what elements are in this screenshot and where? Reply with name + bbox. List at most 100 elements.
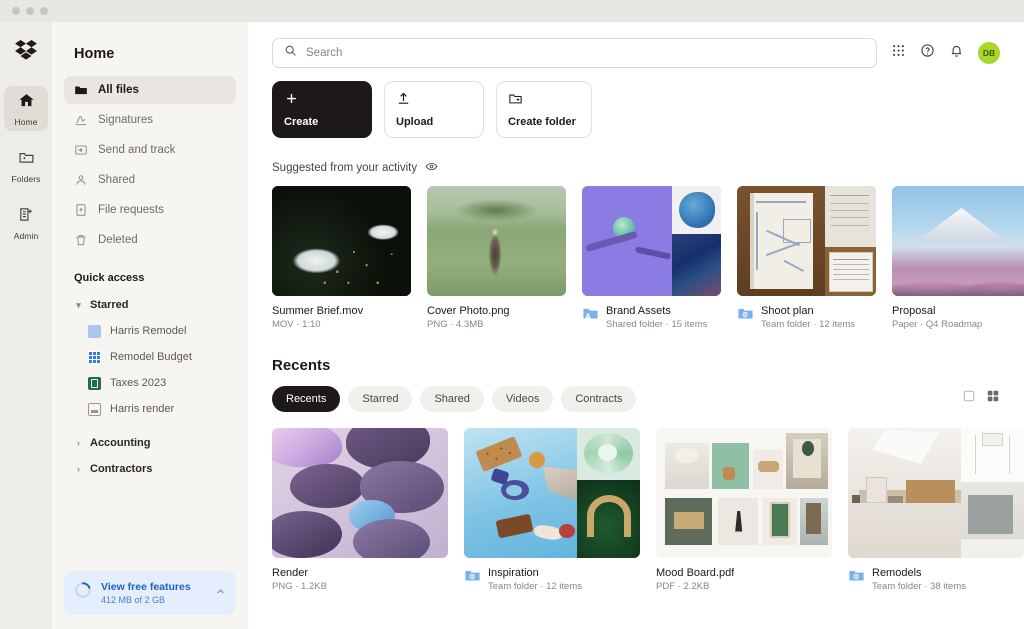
- recents-card-remodels[interactable]: Remodels Team folder · 38 items: [848, 428, 1024, 595]
- suggested-heading-row: Suggested from your activity: [272, 138, 1000, 186]
- create-button-label: Create: [284, 116, 360, 128]
- admin-icon: [18, 206, 35, 228]
- thumbnail-swans-photo[interactable]: [272, 186, 411, 296]
- thumbnail-blue-objects-collage[interactable]: [464, 428, 640, 558]
- sidebar-item-harris-render[interactable]: Harris render: [64, 396, 236, 422]
- sidebar-label-harris-render: Harris render: [110, 403, 174, 415]
- create-folder-button[interactable]: Create folder: [496, 81, 592, 138]
- suggested-card-proposal[interactable]: Proposal Paper · Q4 Roadmap: [892, 186, 1024, 333]
- free-features-title: View free features: [101, 580, 206, 594]
- sidebar-item-all-files[interactable]: All files: [64, 76, 236, 104]
- suggested-heading: Suggested from your activity: [272, 162, 417, 174]
- rail-item-admin[interactable]: Admin: [4, 200, 48, 245]
- sidebar-item-remodel-budget[interactable]: Remodel Budget: [64, 344, 236, 370]
- sidebar-item-send-and-track[interactable]: Send and track: [64, 136, 236, 164]
- rail-label-folders: Folders: [11, 174, 40, 184]
- chevron-right-icon: ›: [74, 438, 83, 448]
- sidebar-label-harris-remodel: Harris Remodel: [110, 325, 186, 337]
- thumbnail-purple-pebbles[interactable]: [272, 428, 448, 558]
- storage-usage-text: 412 MB of 2 GB: [101, 594, 206, 606]
- thumbnail-notebook-docs-collage[interactable]: [737, 186, 876, 296]
- apps-grid-icon[interactable]: [891, 43, 906, 63]
- file-name: Summer Brief.mov: [272, 304, 363, 318]
- suggested-card-brand-assets[interactable]: Brand Assets Shared folder · 15 items: [582, 186, 721, 333]
- trash-icon: [74, 233, 88, 247]
- sidebar: Home All files Signatures Send and track: [52, 22, 248, 629]
- avatar[interactable]: DB: [978, 42, 1000, 64]
- filter-pill-recents[interactable]: Recents: [272, 386, 340, 412]
- spreadsheet-icon: [88, 351, 101, 364]
- file-meta: Team folder · 12 items: [488, 580, 582, 594]
- file-meta: Team folder · 38 items: [872, 580, 966, 594]
- recents-card-render[interactable]: Render PNG · 1.2KB: [272, 428, 448, 595]
- recents-heading-row: Recents: [272, 333, 1000, 386]
- team-folder-icon: [737, 305, 754, 322]
- thumbnail-white-interior-collage[interactable]: [848, 428, 1024, 558]
- top-bar: Search DB: [272, 22, 1000, 68]
- dropbox-logo-icon[interactable]: [15, 40, 37, 66]
- filter-pill-shared[interactable]: Shared: [420, 386, 483, 412]
- window-close-button[interactable]: [12, 7, 20, 15]
- file-request-icon: [74, 203, 88, 217]
- recents-card-inspiration[interactable]: Inspiration Team folder · 12 items: [464, 428, 640, 595]
- plus-icon: [284, 91, 360, 111]
- rail-item-folders[interactable]: Folders: [4, 143, 48, 188]
- rail-label-home: Home: [14, 117, 37, 127]
- file-name: Inspiration: [488, 566, 582, 580]
- sidebar-group-label-contractors: Contractors: [90, 463, 152, 475]
- sidebar-label-send-and-track: Send and track: [98, 144, 175, 156]
- create-button[interactable]: Create: [272, 81, 372, 138]
- list-view-icon[interactable]: [962, 389, 976, 408]
- file-meta: Shared folder · 15 items: [606, 318, 707, 332]
- free-features-card[interactable]: View free features 412 MB of 2 GB: [64, 571, 236, 615]
- thumbnail-interior-moodboard[interactable]: [656, 428, 832, 558]
- app-window: Home Folders Admin Home: [0, 0, 1024, 629]
- bell-icon[interactable]: [949, 43, 964, 63]
- sidebar-item-file-requests[interactable]: File requests: [64, 196, 236, 224]
- search-bar[interactable]: Search: [272, 38, 877, 68]
- grid-view-icon[interactable]: [986, 389, 1000, 408]
- rail-label-admin: Admin: [14, 231, 39, 241]
- sidebar-label-taxes-2023: Taxes 2023: [110, 377, 166, 389]
- create-folder-button-label: Create folder: [508, 116, 580, 128]
- rail-item-home[interactable]: Home: [4, 86, 48, 131]
- sidebar-group-label-starred: Starred: [90, 299, 129, 311]
- file-name: Proposal: [892, 304, 982, 318]
- thumbnail-meadow-portrait-photo[interactable]: [427, 186, 566, 296]
- upload-button[interactable]: Upload: [384, 81, 484, 138]
- file-name: Cover Photo.png: [427, 304, 510, 318]
- sidebar-item-deleted[interactable]: Deleted: [64, 226, 236, 254]
- search-icon: [284, 44, 297, 62]
- chevron-right-icon: ›: [74, 464, 83, 474]
- filter-pill-starred[interactable]: Starred: [348, 386, 412, 412]
- sidebar-group-accounting[interactable]: › Accounting: [64, 430, 236, 456]
- sidebar-group-starred[interactable]: ▾ Starred: [64, 292, 236, 318]
- image-file-icon: [88, 403, 101, 416]
- sidebar-item-signatures[interactable]: Signatures: [64, 106, 236, 134]
- chevron-up-icon[interactable]: [215, 584, 226, 602]
- folder-icon: [18, 149, 35, 171]
- recents-card-mood-board[interactable]: Mood Board.pdf PDF · 2.2KB: [656, 428, 832, 595]
- sidebar-item-taxes-2023[interactable]: Taxes 2023: [64, 370, 236, 396]
- suggested-grid: Summer Brief.mov MOV · 1:10 Cov: [272, 186, 1000, 333]
- recents-title: Recents: [272, 357, 330, 374]
- file-meta: PDF · 2.2KB: [656, 580, 734, 594]
- filter-pill-videos[interactable]: Videos: [492, 386, 553, 412]
- window-maximize-button[interactable]: [40, 7, 48, 15]
- sidebar-group-contractors[interactable]: › Contractors: [64, 456, 236, 482]
- storage-progress-ring: [74, 581, 92, 604]
- eye-icon[interactable]: [425, 160, 438, 176]
- sidebar-item-shared[interactable]: Shared: [64, 166, 236, 194]
- sidebar-label-remodel-budget: Remodel Budget: [110, 351, 192, 363]
- sidebar-item-harris-remodel[interactable]: Harris Remodel: [64, 318, 236, 344]
- filter-pill-contracts[interactable]: Contracts: [561, 386, 636, 412]
- suggested-card-summer-brief[interactable]: Summer Brief.mov MOV · 1:10: [272, 186, 411, 333]
- suggested-card-shoot-plan[interactable]: Shoot plan Team folder · 12 items: [737, 186, 876, 333]
- thumbnail-mountain-blossom-photo[interactable]: [892, 186, 1024, 296]
- window-minimize-button[interactable]: [26, 7, 34, 15]
- search-input[interactable]: Search: [306, 47, 342, 59]
- thumbnail-purple-collage[interactable]: [582, 186, 721, 296]
- sidebar-title: Home: [64, 22, 236, 76]
- suggested-card-cover-photo[interactable]: Cover Photo.png PNG · 4.3MB: [427, 186, 566, 333]
- help-circle-icon[interactable]: [920, 43, 935, 63]
